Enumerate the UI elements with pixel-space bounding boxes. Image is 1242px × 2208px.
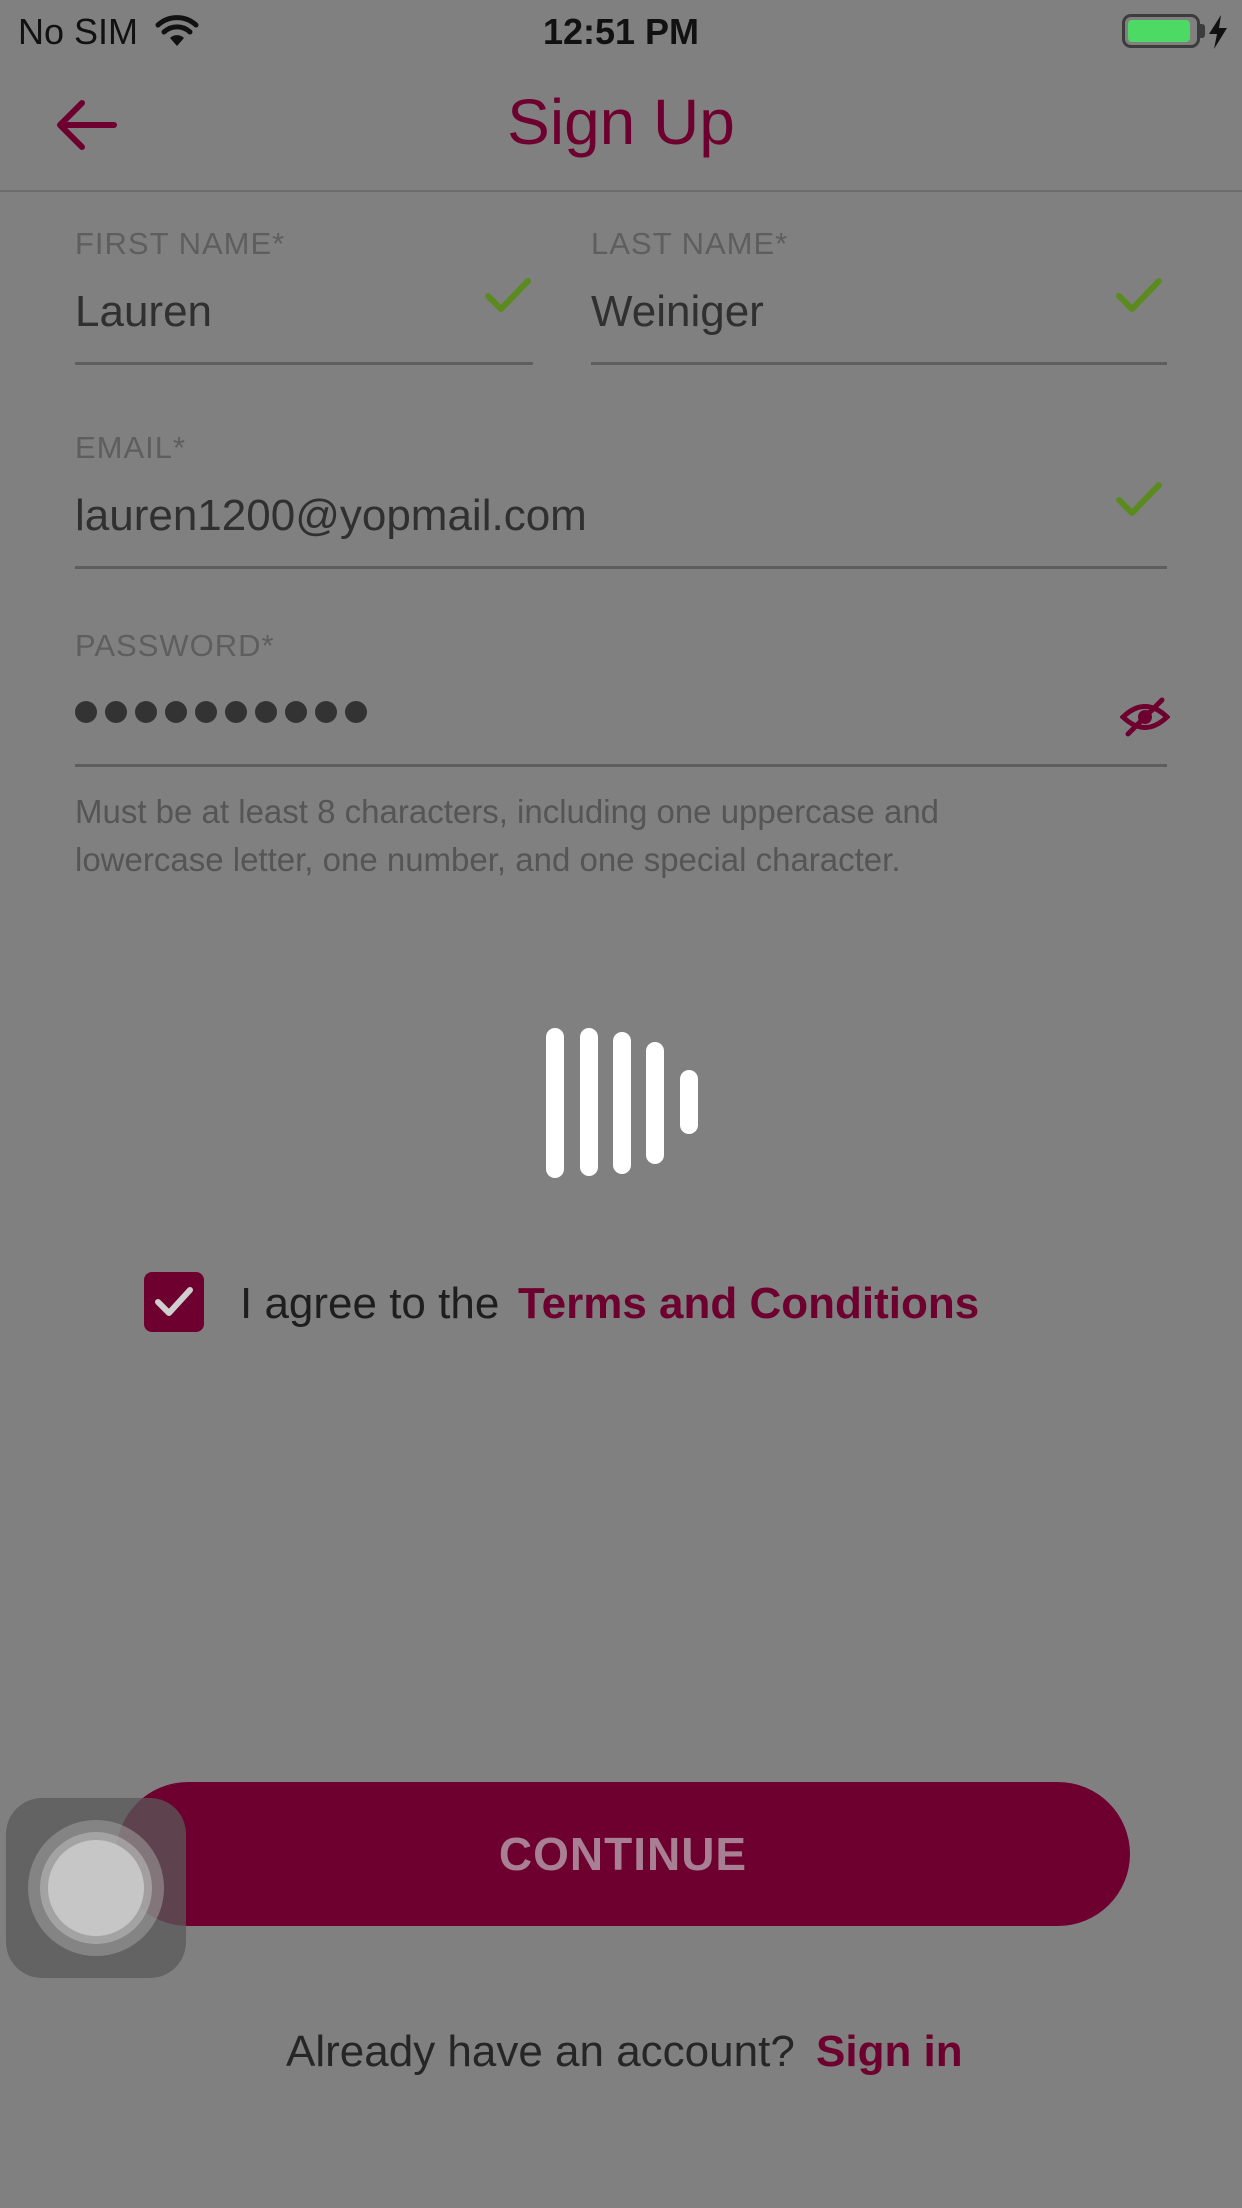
password-dot	[255, 701, 277, 723]
first-name-field[interactable]	[75, 284, 475, 340]
email-label: EMAIL*	[75, 430, 187, 465]
loading-bar	[613, 1032, 631, 1174]
password-hint: Must be at least 8 characters, including…	[75, 793, 940, 878]
charging-bolt-icon	[1209, 15, 1227, 49]
password-field[interactable]	[75, 690, 367, 734]
password-dot	[225, 701, 247, 723]
assistive-touch-icon	[48, 1840, 144, 1936]
last-name-field[interactable]	[591, 284, 1091, 340]
sign-in-link[interactable]: Sign in	[816, 2022, 963, 2082]
email-underline	[75, 566, 1167, 569]
password-dot	[135, 701, 157, 723]
terms-checkbox[interactable]	[144, 1272, 204, 1332]
password-dot	[285, 701, 307, 723]
checkmark-icon	[155, 1287, 193, 1316]
loading-bar	[580, 1028, 598, 1176]
eye-slash-icon[interactable]	[1120, 696, 1170, 738]
password-dot	[315, 701, 337, 723]
email-valid-check-icon	[1116, 482, 1162, 516]
loading-bar	[646, 1042, 664, 1164]
status-time: 12:51 PM	[542, 11, 700, 52]
password-dot	[165, 701, 187, 723]
battery-cap	[1200, 24, 1205, 38]
first-name-label: FIRST NAME*	[75, 226, 286, 261]
page-title: Sign Up	[507, 86, 735, 158]
continue-button[interactable]: CONTINUE	[116, 1782, 1130, 1926]
first-name-valid-check-icon	[485, 278, 531, 312]
password-underline	[75, 764, 1167, 767]
password-label: PASSWORD*	[75, 628, 275, 663]
loading-indicator	[546, 1028, 698, 1180]
first-name-underline	[75, 362, 533, 365]
loading-bar	[680, 1070, 698, 1134]
password-dot	[105, 701, 127, 723]
last-name-label: LAST NAME*	[591, 226, 789, 261]
password-dot	[195, 701, 217, 723]
email-field[interactable]	[75, 488, 1075, 544]
terms-prefix: I agree to the	[240, 1279, 500, 1328]
terms-and-conditions-link[interactable]: Terms and Conditions	[518, 1276, 979, 1332]
password-dot	[345, 701, 367, 723]
last-name-underline	[591, 362, 1167, 365]
header-divider	[0, 190, 1242, 192]
already-have-account-text: Already have an account?	[286, 2027, 795, 2076]
loading-bar	[546, 1028, 564, 1178]
battery-level	[1128, 20, 1190, 42]
last-name-valid-check-icon	[1116, 278, 1162, 312]
password-dot	[75, 701, 97, 723]
